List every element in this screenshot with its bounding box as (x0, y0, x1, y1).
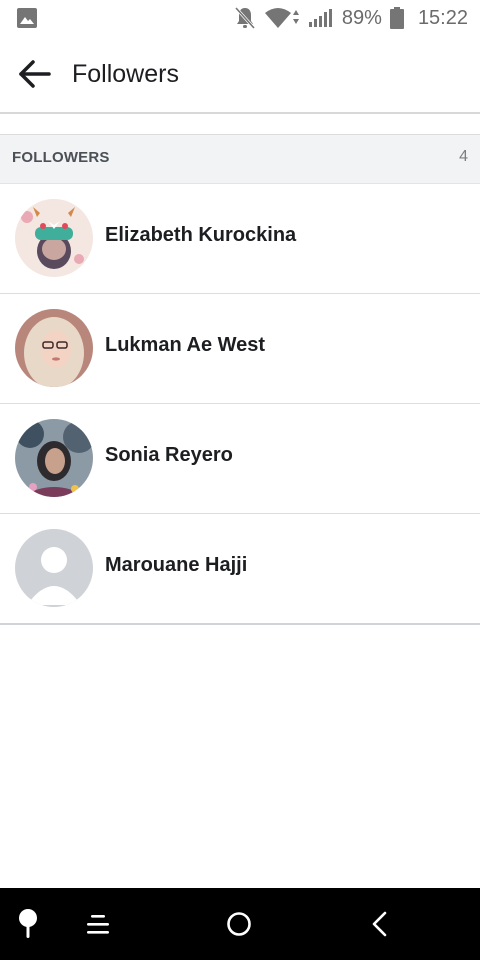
wifi-icon (264, 7, 300, 29)
pin-button[interactable] (8, 904, 48, 944)
avatar[interactable] (15, 529, 93, 607)
followers-section-header: FOLLOWERS 4 (0, 134, 480, 184)
follower-name[interactable]: Lukman Ae West (105, 334, 265, 357)
home-icon (227, 912, 251, 936)
avatar[interactable] (15, 419, 93, 497)
battery-percent: 89% (341, 6, 382, 29)
menu-icon (87, 915, 109, 934)
back-nav-button[interactable] (360, 904, 400, 944)
pin-icon (19, 909, 37, 938)
section-title: FOLLOWERS (12, 149, 110, 166)
status-bar: 89% 15:22 (0, 0, 480, 36)
follower-row[interactable]: Sonia Reyero (0, 404, 480, 514)
app-bar: Followers (0, 36, 480, 114)
battery-icon (389, 7, 404, 29)
back-icon (372, 911, 387, 937)
gallery-icon (17, 8, 37, 28)
follower-name[interactable]: Marouane Hajji (105, 554, 247, 577)
signal-icon (308, 8, 334, 28)
avatar[interactable] (15, 199, 93, 277)
follower-name[interactable]: Elizabeth Kurockina (105, 224, 296, 247)
follower-row[interactable]: Lukman Ae West (0, 294, 480, 404)
arrow-back-icon (19, 60, 51, 88)
follower-row[interactable]: Elizabeth Kurockina (0, 184, 480, 294)
menu-button[interactable] (78, 904, 118, 944)
clock: 15:22 (417, 6, 468, 29)
follower-count: 4 (459, 148, 468, 165)
avatar[interactable] (15, 309, 93, 387)
follower-name[interactable]: Sonia Reyero (105, 444, 233, 467)
page-title: Followers (72, 60, 179, 88)
navigation-bar (0, 888, 480, 960)
follower-row[interactable]: Marouane Hajji (0, 514, 480, 625)
home-button[interactable] (219, 904, 259, 944)
notifications-off-icon (234, 6, 256, 30)
follower-list: Elizabeth Kurockina Lukman Ae West Sonia… (0, 184, 480, 625)
back-button[interactable] (14, 54, 54, 94)
status-icons: 89% 15:22 (234, 0, 468, 36)
